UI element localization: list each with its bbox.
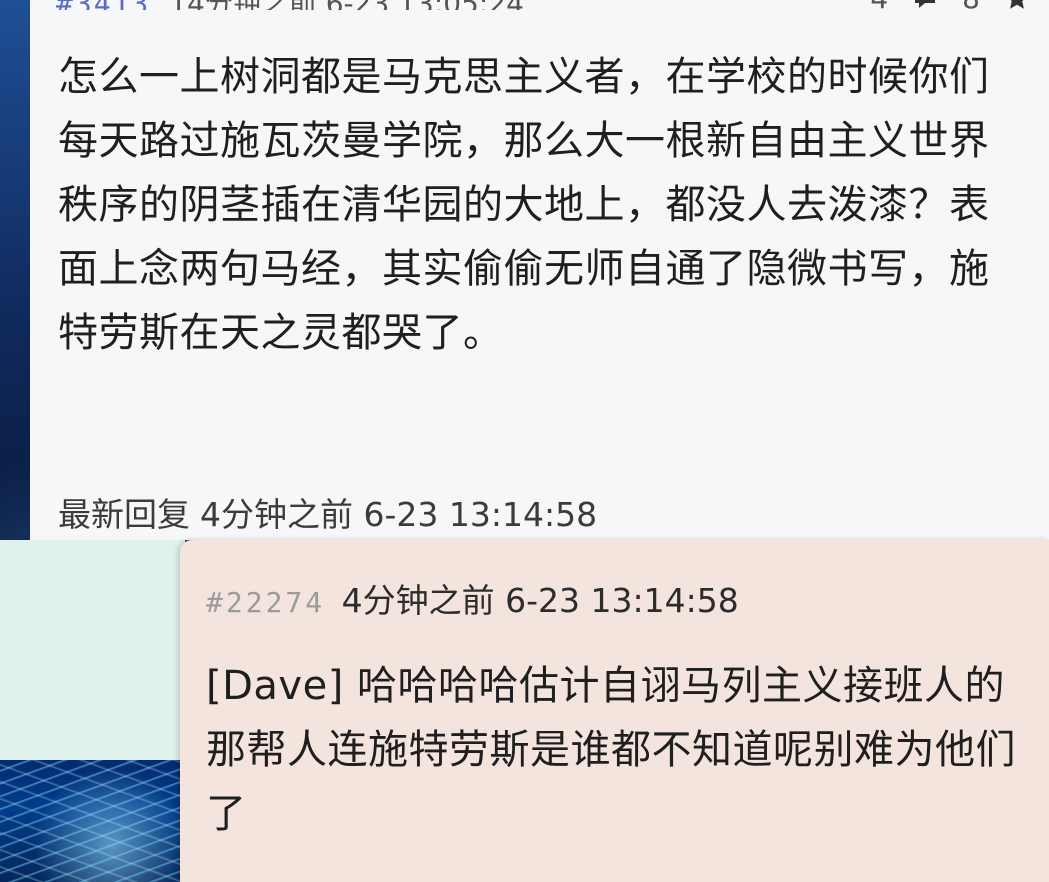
like-count: 4 <box>870 0 888 10</box>
reply-card[interactable]: #22274 4分钟之前 6-23 13:14:58 [Dave] 哈哈哈哈估计… <box>180 540 1049 882</box>
star-count: 8 <box>962 0 980 10</box>
post-header: #3413 14分钟之前 6-23 13:05:24 4 8 <box>56 0 1036 10</box>
latest-reply-time: 4分钟之前 6-23 13:14:58 <box>200 495 598 534</box>
reply-section: #22274 4分钟之前 6-23 13:14:58 [Dave] 哈哈哈哈估计… <box>0 540 1049 882</box>
reply-id: #22274 <box>206 586 326 619</box>
latest-reply-line: 最新回复 4分钟之前 6-23 13:14:58 <box>58 488 597 536</box>
post-id: #3413 <box>56 0 150 10</box>
reply-header: #22274 4分钟之前 6-23 13:14:58 <box>206 574 739 622</box>
star-icon[interactable] <box>1004 0 1030 10</box>
post-card[interactable]: #3413 14分钟之前 6-23 13:05:24 4 8 怎么一上树洞都是马… <box>30 0 1049 540</box>
post-actions: 4 8 <box>870 0 1030 10</box>
comment-icon[interactable] <box>912 0 938 10</box>
latest-reply-label: 最新回复 <box>58 495 190 534</box>
post-content: 怎么一上树洞都是马克思主义者，在学校的时候你们每天路过施瓦茨曼学院，那么大一根新… <box>58 54 990 356</box>
reply-time: 4分钟之前 6-23 13:14:58 <box>341 581 739 620</box>
reply-indent-stripe <box>0 540 185 760</box>
post-time: 14分钟之前 6-23 13:05:24 <box>169 0 524 10</box>
reply-content: [Dave] 哈哈哈哈估计自诩马列主义接班人的那帮人连施特劳斯是谁都不知道呢别难… <box>206 663 1016 837</box>
